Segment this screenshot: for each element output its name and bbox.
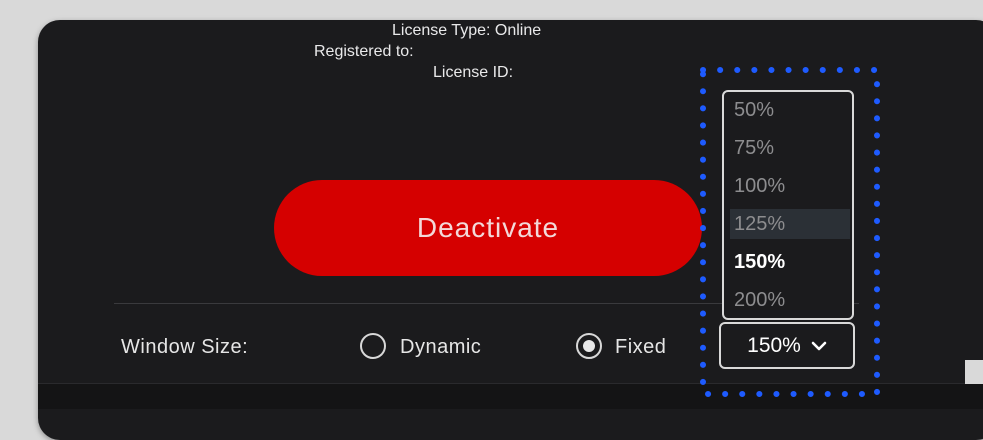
radio-fixed-label[interactable]: Fixed (615, 336, 666, 359)
zoom-option[interactable]: 50% (730, 95, 850, 125)
window-size-label: Window Size: (121, 336, 249, 358)
registered-to-text: Registered to: (314, 43, 414, 60)
zoom-select-value: 150% (747, 333, 801, 357)
radio-dynamic-label[interactable]: Dynamic (400, 336, 481, 359)
chevron-down-icon (811, 341, 827, 350)
panel-corner (965, 360, 983, 384)
radio-dynamic[interactable] (360, 333, 386, 359)
zoom-option[interactable]: 100% (730, 171, 850, 201)
license-type-text: License Type: Online (392, 22, 542, 39)
panel-footer (38, 383, 983, 409)
zoom-option[interactable]: 75% (730, 133, 850, 163)
radio-fixed[interactable] (576, 333, 602, 359)
deactivate-button[interactable]: Deactivate (274, 180, 702, 276)
radio-selected-dot (583, 340, 595, 352)
zoom-option-hovered[interactable]: 125% (730, 209, 850, 239)
zoom-option-selected[interactable]: 150% (730, 247, 850, 277)
license-id-text: License ID: (433, 64, 514, 81)
zoom-select[interactable]: 150% (719, 322, 855, 369)
zoom-option[interactable]: 200% (730, 285, 850, 315)
zoom-dropdown-list[interactable]: 50% 75% 100% 125% 150% 200% (722, 90, 854, 320)
